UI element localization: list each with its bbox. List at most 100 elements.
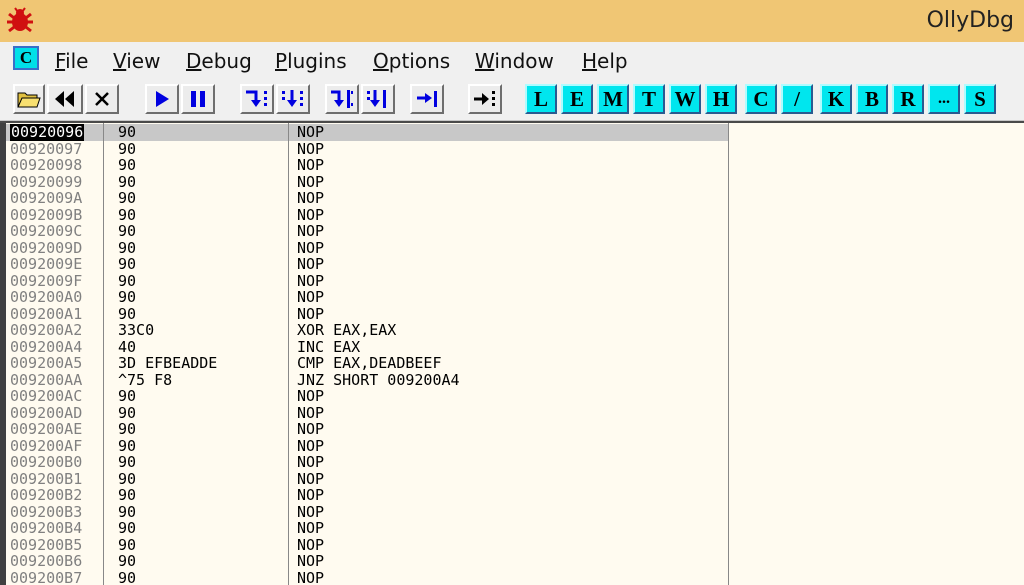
hex-dump-cell: 90 [118,304,137,323]
disassembly-row[interactable]: 009200B0 90 NOP [6,454,728,471]
disassembly-row[interactable]: 009200AA ^75 F8 JNZ SHORT 009200A4 [6,371,728,389]
log-window-button[interactable]: L [525,84,557,114]
handles-window-button[interactable]: H [705,84,737,114]
disassembly-row[interactable]: 00920097 90 NOP [6,139,728,158]
disassembly-row[interactable]: 009200B1 90 NOP [6,469,728,488]
disassembly-row[interactable]: 009200AF 90 NOP [6,437,728,455]
threads-window-button[interactable]: T [633,84,665,114]
menu-options[interactable]: Options [373,49,450,73]
hex-dump-cell: 90 [118,420,137,438]
hex-dump-cell: 90 [118,139,137,158]
disassembly-row[interactable]: 009200A1 90 NOP [6,304,728,323]
step-over-button[interactable] [276,84,310,114]
disassembly-row[interactable]: 009200A5 3D EFBEADDE CMP EAX,DEADBEEF [6,355,728,372]
disassembly-row[interactable]: 009200A2 33C0 XOR EAX,EAX [6,322,728,339]
breakpoints-window-button[interactable]: B [856,84,888,114]
column-divider-address[interactable] [103,123,104,585]
disassembly-row[interactable]: 0092009D 90 NOP [6,238,728,257]
address-cell: 009200B2 [10,486,83,504]
address-cell: 0092009E [10,255,83,273]
open-button[interactable] [13,84,45,114]
column-divider-disasm[interactable] [728,123,729,585]
address-cell: 009200AE [10,420,83,438]
go-to-button[interactable] [468,84,502,114]
pause-icon [191,91,205,107]
title-bar[interactable]: OllyDbg [0,0,1024,42]
step-into-icon [246,90,267,107]
close-program-button[interactable] [85,84,119,114]
address-cell: 009200AC [10,387,83,405]
address-cell: 00920098 [10,156,83,174]
menu-view[interactable]: View [113,49,160,73]
menu-window[interactable]: Window [475,49,554,73]
run-button[interactable] [145,84,179,114]
column-divider-hex[interactable] [288,123,289,585]
menu-file[interactable]: File [55,49,88,73]
cpu-window-icon[interactable]: C [13,46,39,70]
disassembly-row[interactable]: 009200A4 40 INC EAX [6,337,728,356]
step-into-button[interactable] [240,84,274,114]
hex-dump-cell: 90 [118,172,137,191]
address-cell: 00920097 [10,139,83,158]
source-window-button[interactable]: S [964,84,996,114]
disassembly-row[interactable]: 009200B2 90 NOP [6,487,728,504]
disassembly-row[interactable]: 0092009E 90 NOP [6,256,728,273]
hex-dump-cell: 90 [118,568,137,585]
run-icon [156,91,169,107]
pause-button[interactable] [181,84,215,114]
disassembly-cell: NOP [297,172,325,191]
disassembly-cell: NOP [297,238,325,257]
executables-window-button[interactable]: E [561,84,593,114]
address-cell: 009200A4 [10,337,83,356]
disassembly-row[interactable]: 0092009B 90 NOP [6,205,728,224]
trace-into-button[interactable] [325,84,359,114]
cpu-window-button[interactable]: C [745,84,777,114]
hex-dump-cell: 90 [118,486,137,504]
address-cell: 009200B1 [10,469,83,488]
disassembly-cell: NOP [297,568,325,585]
disassembly-row[interactable]: 0092009C 90 NOP [6,223,728,240]
disassembly-row[interactable]: 009200B4 90 NOP [6,520,728,537]
disassembly-row[interactable]: 00920096 90 NOP [6,124,728,141]
disassembly-row[interactable]: 009200B3 90 NOP [6,502,728,521]
menu-plugins[interactable]: Plugins [275,49,347,73]
disassembly-row[interactable]: 009200AE 90 NOP [6,421,728,438]
ladybug-icon[interactable] [5,6,35,36]
trace-over-button[interactable] [361,84,395,114]
disassembly-row[interactable]: 0092009F 90 NOP [6,271,728,290]
disassembly-row[interactable]: 009200A0 90 NOP [6,289,728,306]
disassembly-cell: NOP [297,502,325,521]
disassembly-cell: NOP [297,535,325,554]
references-window-button[interactable]: R [892,84,924,114]
memory-window-button[interactable]: M [597,84,629,114]
run-trace-window-button[interactable]: ... [928,84,960,114]
patches-window-button[interactable]: / [781,84,813,114]
hex-dump-cell: 90 [118,205,137,224]
disassembly-row[interactable]: 009200B5 90 NOP [6,535,728,554]
go-to-icon [474,91,495,106]
disassembly-cell: NOP [297,271,325,290]
hex-dump-cell: 90 [118,535,137,554]
hex-dump-cell: 90 [118,271,137,290]
hex-dump-cell: 90 [118,502,137,521]
disassembly-pane[interactable]: 00920096 90 NOP 00920097 90 NOP 00920098 90 NOP 0… [0,121,1024,585]
disassembly-cell: NOP [297,403,325,422]
disassembly-row[interactable]: 009200B7 90 NOP [6,568,728,585]
restart-button[interactable] [47,84,83,114]
address-cell: 0092009C [10,222,83,240]
menu-bar: C File View Debug Plugins Options Window… [0,42,1024,78]
disassembly-row[interactable]: 0092009A 90 NOP [6,190,728,207]
menu-help[interactable]: Help [582,49,628,73]
disassembly-row[interactable]: 00920099 90 NOP [6,172,728,191]
disassembly-row[interactable]: 009200AD 90 NOP [6,403,728,422]
trace-into-icon [331,90,353,108]
menu-debug[interactable]: Debug [186,49,252,73]
disassembly-row[interactable]: 00920098 90 NOP [6,157,728,174]
call-stack-window-button[interactable]: K [820,84,852,114]
disassembly-row[interactable]: 009200B6 90 NOP [6,553,728,570]
disassembly-cell: NOP [297,453,325,471]
execute-till-return-button[interactable] [410,84,444,114]
address-cell: 009200B5 [10,535,83,554]
disassembly-row[interactable]: 009200AC 90 NOP [6,388,728,405]
windows-window-button[interactable]: W [669,84,701,114]
